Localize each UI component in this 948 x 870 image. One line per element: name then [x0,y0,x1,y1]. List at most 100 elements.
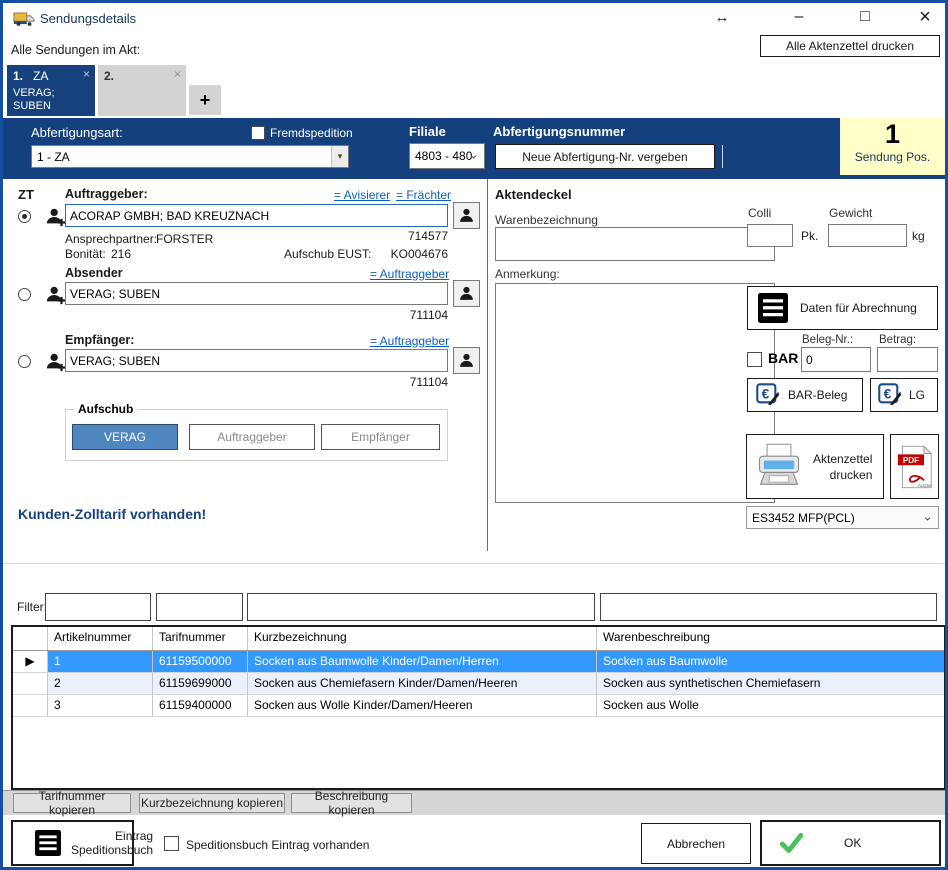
aufschub-empfaenger-button[interactable]: Empfänger [321,424,440,450]
filter-artikelnummer-input[interactable] [45,593,151,621]
auftraggeber-radio[interactable] [18,210,31,223]
speditionsbuch-checkbox[interactable] [164,836,179,851]
filter-kurzbezeichnung-input[interactable] [247,593,595,621]
aufschub-eust-value: KO004676 [348,247,448,261]
abfertigungsart-dropdown-icon[interactable]: ▾ [331,146,348,167]
cell-kurzbezeichnung[interactable]: Socken aus Chemiefasern Kinder/Damen/Hee… [248,673,597,694]
header-tarifnummer[interactable]: Tarifnummer [153,627,248,650]
cell-artikelnummer[interactable]: 3 [48,695,153,716]
resize-icon[interactable]: ↔ [708,3,736,31]
header-kurzbezeichnung[interactable]: Kurzbezeichnung [248,627,597,650]
empfaenger-input[interactable] [65,349,448,372]
copy-kurzbezeichnung-button[interactable]: Kurzbezeichnung kopieren [139,793,285,813]
betrag-input[interactable] [877,347,938,372]
table-row[interactable]: ▶ 1 61159500000 Socken aus Baumwolle Kin… [13,651,944,673]
speditionsbuch-checkbox-label: Speditionsbuch Eintrag vorhanden [186,838,369,852]
person-add-icon[interactable] [45,284,67,306]
copy-beschreibung-button[interactable]: Beschreibung kopieren [291,793,412,813]
avisierer-link[interactable]: = Avisierer [334,188,390,202]
cell-tarifnummer[interactable]: 61159500000 [153,651,248,672]
header-artikelnummer[interactable]: Artikelnummer [48,627,153,650]
abfertigung-band: Abfertigungsart: 1 - ZA ▾ Fremdspedition… [3,118,945,179]
printer-icon [753,441,805,493]
gewicht-input[interactable] [828,224,907,247]
filiale-chevron-icon[interactable]: ⌄ [468,147,479,163]
absender-auftraggeber-link[interactable]: = Auftraggeber [370,267,449,281]
cell-tarifnummer[interactable]: 61159699000 [153,673,248,694]
warenbezeichnung-input[interactable] [495,227,775,261]
tab1-type: ZA [33,69,48,83]
tabs-caption: Alle Sendungen im Akt: [11,43,140,57]
cell-kurzbezeichnung[interactable]: Socken aus Baumwolle Kinder/Damen/Herren [248,651,597,672]
absender-kundennr: 711104 [348,308,448,322]
absender-label: Absender [65,266,123,280]
filiale-select[interactable]: 4803 - 480 ⌄ [409,143,485,169]
cell-warenbeschreibung[interactable]: Socken aus Wolle [597,695,944,716]
tab1-line3: SUBEN [13,100,51,112]
header-warenbeschreibung[interactable]: Warenbeschreibung [597,627,944,650]
daten-abrechnung-label: Daten für Abrechnung [800,301,917,315]
person-add-icon[interactable] [45,351,67,373]
eintrag-label-1: Eintrag [71,829,153,843]
close-icon[interactable]: × [910,3,940,31]
cell-artikelnummer[interactable]: 1 [48,651,153,672]
absender-radio[interactable] [18,288,31,301]
ansprechpartner-label: Ansprechpartner: [65,232,157,246]
auftraggeber-input[interactable] [65,204,448,227]
copy-tarifnummer-button[interactable]: Tarifnummer kopieren [13,793,131,813]
daten-abrechnung-button[interactable]: Daten für Abrechnung [747,286,938,330]
lg-button[interactable]: € LG [870,378,938,412]
table-row[interactable]: 3 61159400000 Socken aus Wolle Kinder/Da… [13,695,944,717]
anmerkung-input[interactable] [495,283,775,503]
person-add-icon[interactable] [45,206,67,228]
bonitaet-value: 216 [111,247,131,261]
maximize-icon[interactable]: □ [851,3,879,31]
bonitaet-label: Bonität: [65,247,106,261]
empfaenger-auftraggeber-link[interactable]: = Auftraggeber [370,334,449,348]
artikel-table: Artikelnummer Tarifnummer Kurzbezeichnun… [11,625,946,790]
print-all-aktenzettel-button[interactable]: Alle Aktenzettel drucken [760,35,940,57]
cell-artikelnummer[interactable]: 2 [48,673,153,694]
app-truck-icon [13,10,35,27]
neue-abfertigungsnummer-button[interactable]: Neue Abfertigung-Nr. vergeben [495,144,715,169]
bar-checkbox[interactable] [747,352,762,367]
abbrechen-button[interactable]: Abbrechen [641,823,751,864]
ok-button[interactable]: OK [760,820,941,866]
absender-input[interactable] [65,282,448,305]
tab1-close-icon[interactable]: × [83,67,90,81]
bar-beleg-button[interactable]: € BAR-Beleg [747,378,863,412]
cell-tarifnummer[interactable]: 61159400000 [153,695,248,716]
aktenzettel-drucken-button[interactable]: Aktenzettel drucken [746,434,884,499]
printer-chevron-icon[interactable]: ⌄ [922,508,933,524]
empfaenger-person-button[interactable] [453,347,480,374]
abfertigungsart-value: 1 - ZA [37,150,70,164]
pdf-export-button[interactable]: PDF Adobe [890,434,939,499]
minimize-icon[interactable]: – [785,3,813,31]
printer-value: ES3452 MFP(PCL) [752,511,855,525]
cell-warenbeschreibung[interactable]: Socken aus Baumwolle [597,651,944,672]
colli-input[interactable] [747,224,793,247]
filter-warenbeschreibung-input[interactable] [600,593,937,621]
euro-receipt-icon: € [756,383,780,407]
beleg-nr-input[interactable] [801,347,871,372]
cell-warenbeschreibung[interactable]: Socken aus synthetischen Chemiefasern [597,673,944,694]
filter-tarifnummer-input[interactable] [156,593,243,621]
printer-select[interactable]: ES3452 MFP(PCL) ⌄ [746,506,939,529]
auftraggeber-person-button[interactable] [453,202,480,229]
tab-sendung-2[interactable]: 2. × [98,65,186,116]
row-selector-cell [13,673,48,694]
tab-sendung-1[interactable]: 1. ZA × VERAG; SUBEN [7,65,95,116]
fremdspedition-checkbox[interactable] [251,126,265,140]
tab2-close-icon[interactable]: × [174,67,181,81]
fraechter-link[interactable]: = Frächter [396,188,451,202]
empfaenger-radio[interactable] [18,355,31,368]
eintrag-speditionsbuch-button[interactable]: Eintrag Speditionsbuch [11,820,134,866]
aufschub-verag-button[interactable]: VERAG [72,424,178,450]
cell-kurzbezeichnung[interactable]: Socken aus Wolle Kinder/Damen/Heeren [248,695,597,716]
lg-label: LG [909,388,925,402]
abfertigungsart-select[interactable]: 1 - ZA ▾ [31,145,349,168]
absender-person-button[interactable] [453,280,480,307]
aufschub-auftraggeber-button[interactable]: Auftraggeber [189,424,315,450]
add-tab-button[interactable]: + [189,85,221,115]
table-row[interactable]: 2 61159699000 Socken aus Chemiefasern Ki… [13,673,944,695]
